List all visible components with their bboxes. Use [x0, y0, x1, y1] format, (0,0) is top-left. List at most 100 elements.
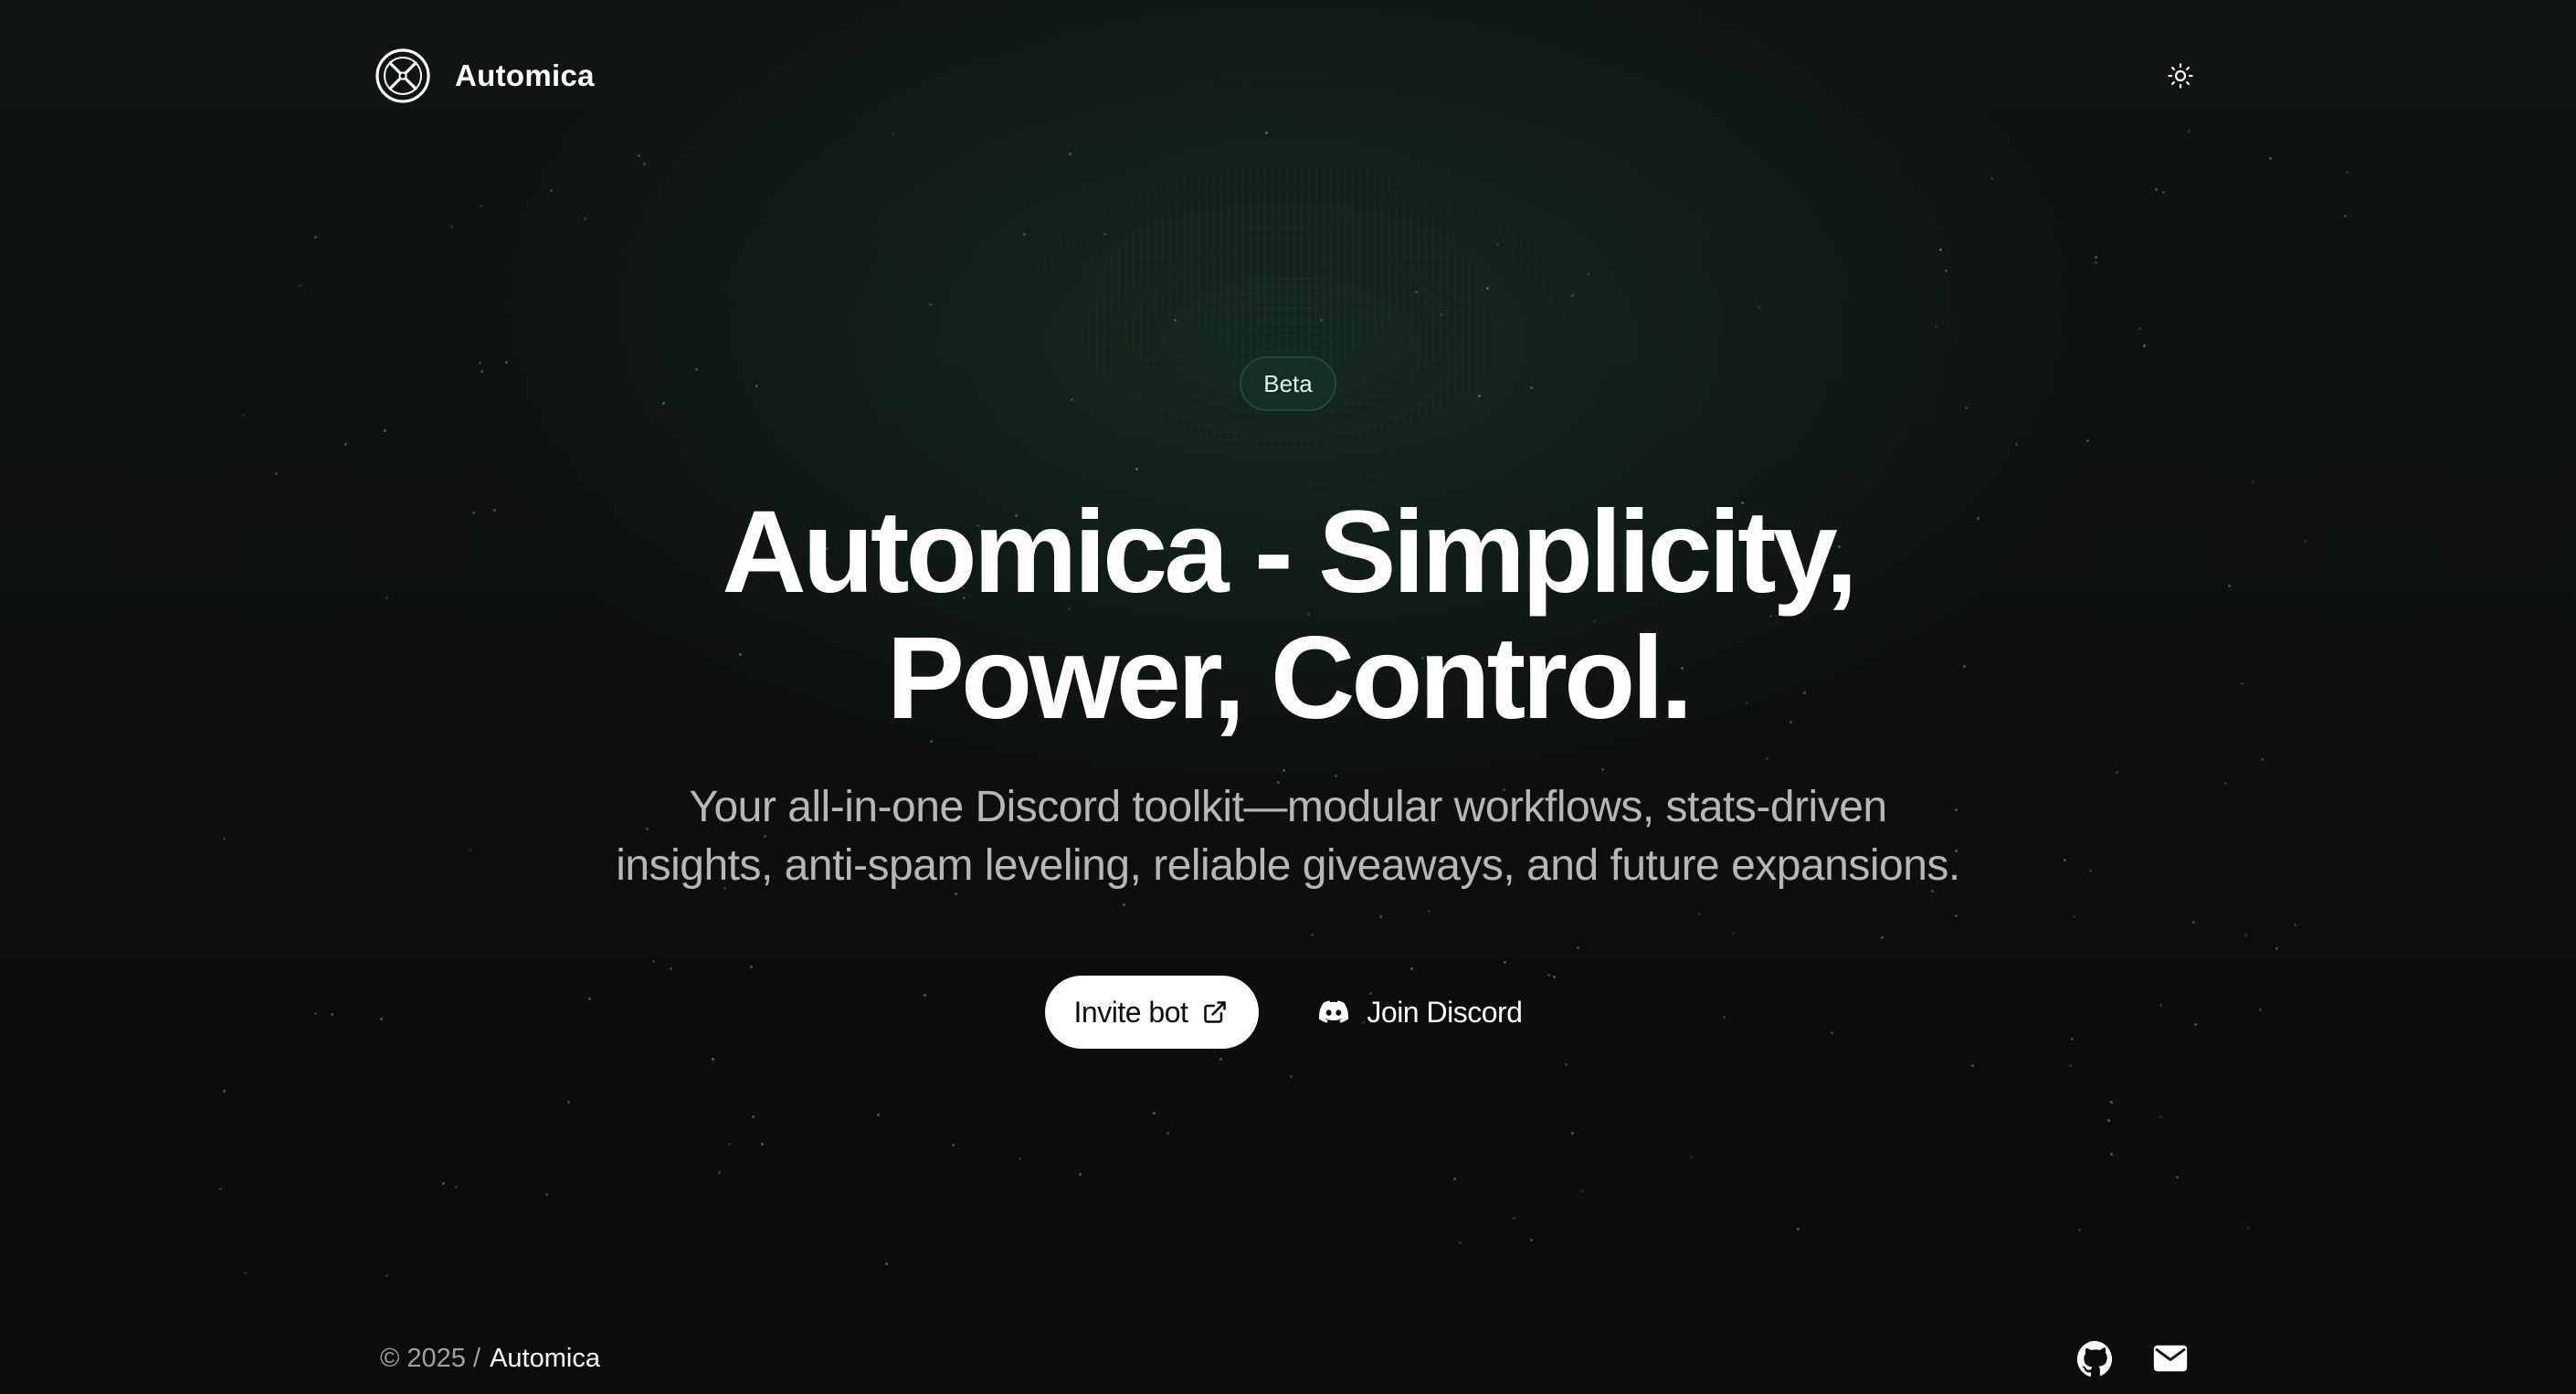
- background-star: [1320, 319, 1323, 322]
- background-star: [1219, 1058, 1222, 1061]
- background-star: [885, 1262, 888, 1265]
- copyright-text: © 2025 /: [380, 1343, 481, 1373]
- background-star: [929, 303, 932, 306]
- background-star: [1690, 1156, 1693, 1158]
- background-star: [2344, 215, 2347, 217]
- background-star: [480, 205, 482, 207]
- background-star: [1939, 248, 1942, 251]
- background-star: [892, 132, 894, 135]
- background-star: [1079, 1173, 1082, 1176]
- background-star: [1580, 1189, 1583, 1192]
- brand-name: Automica: [455, 58, 595, 92]
- automica-logo-icon: [375, 48, 430, 103]
- background-star: [2176, 1176, 2179, 1178]
- background-star: [877, 1114, 880, 1116]
- background-star: [1453, 1178, 1456, 1180]
- background-star: [2162, 191, 2165, 194]
- background-star: [2110, 1153, 2113, 1156]
- copyright: © 2025 / Automica: [380, 1344, 600, 1374]
- background-star: [1153, 1112, 1156, 1114]
- join-discord-button[interactable]: Join Discord: [1310, 976, 1531, 1049]
- hero-section: Beta Automica - Simplicity, Power, Contr…: [0, 356, 2576, 1049]
- background-star: [2107, 1119, 2110, 1122]
- background-star: [952, 1144, 955, 1146]
- mail-icon: [2153, 1345, 2188, 1372]
- background-star: [1440, 313, 1442, 316]
- external-link-icon: [1204, 1001, 1227, 1023]
- background-star: [2269, 157, 2272, 160]
- background-star: [2143, 344, 2146, 347]
- background-star: [638, 154, 640, 157]
- invite-bot-label: Invite bot: [1073, 995, 1188, 1029]
- background-star: [1290, 1075, 1293, 1078]
- background-star: [1496, 243, 1499, 246]
- background-star: [1103, 233, 1106, 236]
- site-header: Automica: [375, 44, 2201, 108]
- site-footer: © 2025 / Automica: [380, 1336, 2191, 1381]
- background-star: [2247, 1227, 2250, 1230]
- background-star: [1945, 269, 1948, 272]
- background-star: [1971, 1064, 1974, 1067]
- hero-actions: Invite bot Join Discord: [1044, 976, 1532, 1049]
- sun-icon: [2168, 63, 2193, 89]
- github-link[interactable]: [2075, 1338, 2116, 1378]
- background-star: [2346, 171, 2349, 174]
- beta-badge: Beta: [1240, 356, 1336, 411]
- background-star: [455, 1186, 458, 1188]
- discord-icon: [1319, 1000, 1349, 1023]
- background-star: [2095, 261, 2097, 264]
- background-star: [752, 1115, 755, 1118]
- background-star: [450, 226, 453, 228]
- background-star: [2110, 1101, 2113, 1104]
- hero-headline: Automica - Simplicity, Power, Control.: [722, 487, 1858, 744]
- footer-brand-link[interactable]: Automica: [490, 1344, 600, 1374]
- background-star: [1797, 1228, 1800, 1230]
- background-star: [2155, 188, 2158, 191]
- background-star: [1167, 1132, 1169, 1135]
- background-star: [1530, 1239, 1533, 1241]
- background-star: [2095, 256, 2097, 259]
- background-star: [1990, 177, 1993, 180]
- background-star: [385, 1274, 388, 1277]
- background-star: [2069, 1064, 2072, 1067]
- subtitle-line-2: insights, anti-spam leveling, reliable g…: [616, 841, 1960, 890]
- background-star: [1571, 294, 1574, 297]
- background-star: [219, 1188, 222, 1190]
- background-star: [1758, 306, 1760, 309]
- join-discord-label: Join Discord: [1367, 995, 1523, 1029]
- hero-subtitle: Your all-in-one Discord toolkit—modular …: [616, 778, 1960, 895]
- background-star: [223, 1090, 226, 1093]
- github-icon: [2077, 1340, 2112, 1377]
- landing-page: Automica Beta Automica - Simplicity, Pow…: [0, 0, 2576, 1394]
- background-star: [1415, 290, 1418, 293]
- background-star: [442, 1182, 445, 1185]
- brand-link[interactable]: Automica: [375, 48, 595, 104]
- subtitle-line-1: Your all-in-one Discord toolkit—modular …: [689, 783, 1887, 831]
- background-star: [1935, 325, 1937, 328]
- background-star: [2159, 1115, 2162, 1118]
- background-star: [1174, 319, 1177, 322]
- background-star: [314, 236, 317, 238]
- background-star: [2078, 1229, 2081, 1231]
- background-star: [1571, 1132, 1574, 1135]
- theme-toggle-button[interactable]: [2159, 55, 2201, 97]
- background-star: [567, 1101, 570, 1104]
- background-star: [1019, 1157, 1021, 1160]
- invite-bot-button[interactable]: Invite bot: [1044, 976, 1260, 1049]
- background-star: [244, 1272, 247, 1274]
- background-star: [1486, 287, 1489, 290]
- background-star: [1023, 233, 1026, 236]
- headline-line-1: Automica - Simplicity,: [722, 487, 1858, 618]
- background-star: [1587, 272, 1589, 275]
- background-star: [728, 1143, 731, 1146]
- social-links: [2075, 1338, 2191, 1378]
- background-star: [2138, 327, 2141, 330]
- background-star: [1513, 1217, 1515, 1220]
- background-star: [299, 284, 301, 287]
- headline-line-2: Power, Control.: [886, 613, 1694, 744]
- background-star: [1565, 1063, 1568, 1066]
- email-link[interactable]: [2150, 1338, 2191, 1378]
- background-star: [712, 1058, 714, 1061]
- background-star: [584, 217, 586, 220]
- background-star: [1265, 132, 1268, 134]
